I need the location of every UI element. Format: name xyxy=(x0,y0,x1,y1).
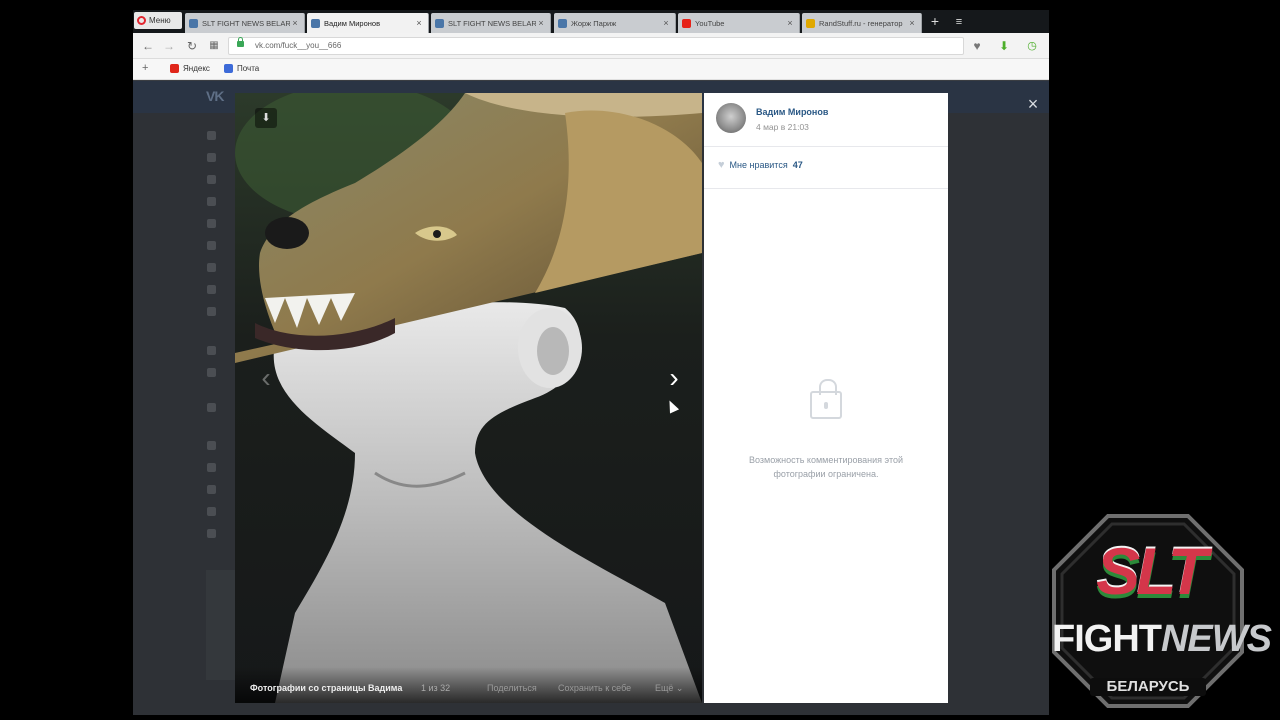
tab-vadim-mironov[interactable]: Вадим Миронов × xyxy=(307,13,429,33)
dimmed-menu-icon xyxy=(207,507,216,516)
tab-menu-icon[interactable]: ≡ xyxy=(951,13,967,31)
browser-window: Меню SLT FIGHT NEWS BELARUS × Вадим Миро… xyxy=(133,10,1049,715)
dimmed-menu-icon xyxy=(207,307,216,316)
reload-icon[interactable]: ↻ xyxy=(184,38,200,54)
download-icon[interactable]: ⬇ xyxy=(255,108,277,128)
author-avatar[interactable] xyxy=(716,103,746,133)
secure-lock-icon xyxy=(237,37,244,47)
author-name-link[interactable]: Вадим Миронов xyxy=(756,107,828,117)
tab-title: RandStuff.ru - генератор xyxy=(819,18,903,28)
dimmed-menu-icon xyxy=(207,175,216,184)
dimmed-menu-icon xyxy=(207,441,216,450)
dimmed-menu-icon xyxy=(207,219,216,228)
vk-favicon-icon xyxy=(435,18,444,28)
vk-favicon-icon xyxy=(311,18,320,28)
dimmed-menu-icon xyxy=(207,131,216,140)
save-to-my-photos-button[interactable]: Сохранить к себе xyxy=(558,683,631,693)
next-photo-arrow-icon[interactable]: › xyxy=(663,363,685,393)
youtube-favicon-icon xyxy=(682,18,691,28)
url-input[interactable]: vk.com/fuck__you__666 xyxy=(228,37,964,55)
dimmed-menu-icon xyxy=(207,285,216,294)
tab-close-icon[interactable]: × xyxy=(536,18,546,28)
previous-photo-arrow-icon[interactable]: ‹ xyxy=(255,363,277,393)
vk-favicon-icon xyxy=(558,18,567,28)
close-viewer-icon[interactable]: × xyxy=(1025,95,1041,113)
vk-logo-icon: VK xyxy=(206,88,224,104)
randstuff-favicon-icon xyxy=(806,18,815,28)
tab-title: Вадим Миронов xyxy=(324,18,381,28)
tab-slt-fight-news-1[interactable]: SLT FIGHT NEWS BELARUS × xyxy=(185,13,305,33)
dimmed-menu-icon xyxy=(207,197,216,206)
tab-title: Жорж Париж xyxy=(571,18,617,28)
tab-title: SLT FIGHT NEWS BELARUS xyxy=(448,18,536,28)
tab-youtube[interactable]: YouTube × xyxy=(678,13,800,33)
dimmed-menu-icon xyxy=(207,368,216,377)
logo-country-text: БЕЛАРУСЬ xyxy=(1090,678,1206,696)
extension-clock-icon[interactable]: ◷ xyxy=(1024,38,1040,54)
vk-page: VK ⬇ ‹ › Фотографии со страницы Вадима 1… xyxy=(133,81,1049,715)
bookmark-yandex[interactable]: Яндекс xyxy=(170,64,210,73)
tab-close-icon[interactable]: × xyxy=(661,18,671,28)
bookmark-label: Почта xyxy=(237,64,260,73)
tab-randstuff[interactable]: RandStuff.ru - генератор × xyxy=(802,13,922,33)
heart-icon: ♥ xyxy=(718,159,725,171)
dimmed-menu-icon xyxy=(207,153,216,162)
back-arrow-icon[interactable]: ← xyxy=(140,38,156,54)
padlock-icon xyxy=(810,379,842,419)
bookmarks-bar: + Яндекс Почта xyxy=(133,59,1049,80)
bookmark-label: Яндекс xyxy=(183,64,210,73)
bookmark-pochta[interactable]: Почта xyxy=(224,64,259,73)
share-button[interactable]: Поделиться xyxy=(487,683,537,693)
logo-news-word: NEWS xyxy=(1160,618,1272,660)
dimmed-menu-icon xyxy=(207,463,216,472)
tab-slt-fight-news-2[interactable]: SLT FIGHT NEWS BELARUS × xyxy=(431,13,551,33)
wolf-boy-photo xyxy=(235,93,702,703)
like-count: 47 xyxy=(792,160,803,170)
tab-strip: Меню SLT FIGHT NEWS BELARUS × Вадим Миро… xyxy=(133,10,1049,33)
dimmed-menu-icon xyxy=(207,485,216,494)
add-bookmark-plus-icon[interactable]: + xyxy=(142,62,148,74)
divider xyxy=(704,146,948,147)
new-tab-plus-icon[interactable]: + xyxy=(927,13,943,31)
divider xyxy=(704,188,948,189)
post-date[interactable]: 4 мар в 21:03 xyxy=(756,122,809,132)
photo-counter: 1 из 32 xyxy=(421,683,451,693)
tab-title: SLT FIGHT NEWS BELARUS xyxy=(202,18,290,28)
more-actions-button[interactable]: Ещё ⌄ xyxy=(655,683,683,694)
like-label: Мне нравится xyxy=(729,160,788,170)
album-link[interactable]: Фотографии со страницы Вадима xyxy=(250,683,402,693)
logo-fight-news-text: FIGHTNEWS xyxy=(1052,618,1272,660)
tab-zhorzh-parizh[interactable]: Жорж Париж × xyxy=(554,13,676,33)
logo-brand-text: SLT xyxy=(1096,534,1208,608)
address-toolbar: ← → ↻ ▦ vk.com/fuck__you__666 ♥ ⬇ ◷ xyxy=(133,33,1049,59)
tab-title: YouTube xyxy=(695,18,725,28)
forward-arrow-icon[interactable]: → xyxy=(161,38,177,54)
download-arrow-icon[interactable]: ⬇ xyxy=(996,38,1012,54)
dimmed-menu-icon xyxy=(207,346,216,355)
comments-restricted-message: Возможность комментирования этой фотогра… xyxy=(749,455,903,479)
tab-close-icon[interactable]: × xyxy=(907,18,917,28)
mail-icon xyxy=(224,64,233,73)
dimmed-menu-icon xyxy=(207,241,216,250)
dimmed-sidebar-image xyxy=(206,570,236,680)
photo-viewer[interactable]: ⬇ ‹ › Фотографии со страницы Вадима 1 из… xyxy=(235,93,702,703)
vk-favicon-icon xyxy=(189,18,198,28)
photo-bottom-bar: Фотографии со страницы Вадима 1 из 32 По… xyxy=(235,667,702,703)
photo-info-panel: Вадим Миронов 4 мар в 21:03 ♥ Мне нравит… xyxy=(704,93,948,703)
opera-menu-label: Меню xyxy=(149,16,171,25)
dimmed-menu-icon xyxy=(207,263,216,272)
dimmed-menu-icon xyxy=(207,529,216,538)
like-button[interactable]: ♥ Мне нравится 47 xyxy=(718,159,803,171)
logo-fight-word: FIGHT xyxy=(1052,618,1162,660)
speed-dial-grid-icon[interactable]: ▦ xyxy=(206,38,222,54)
tab-close-icon[interactable]: × xyxy=(290,18,300,28)
opera-logo-icon xyxy=(137,16,146,25)
slt-fight-news-logo: SLT FIGHTNEWS БЕЛАРУСЬ xyxy=(1050,512,1272,710)
dimmed-menu-icon xyxy=(207,403,216,412)
tab-close-icon[interactable]: × xyxy=(785,18,795,28)
tab-close-icon[interactable]: × xyxy=(414,18,424,28)
opera-menu-button[interactable]: Меню xyxy=(134,12,182,29)
bookmark-heart-icon[interactable]: ♥ xyxy=(969,38,985,54)
yandex-icon xyxy=(170,64,179,73)
